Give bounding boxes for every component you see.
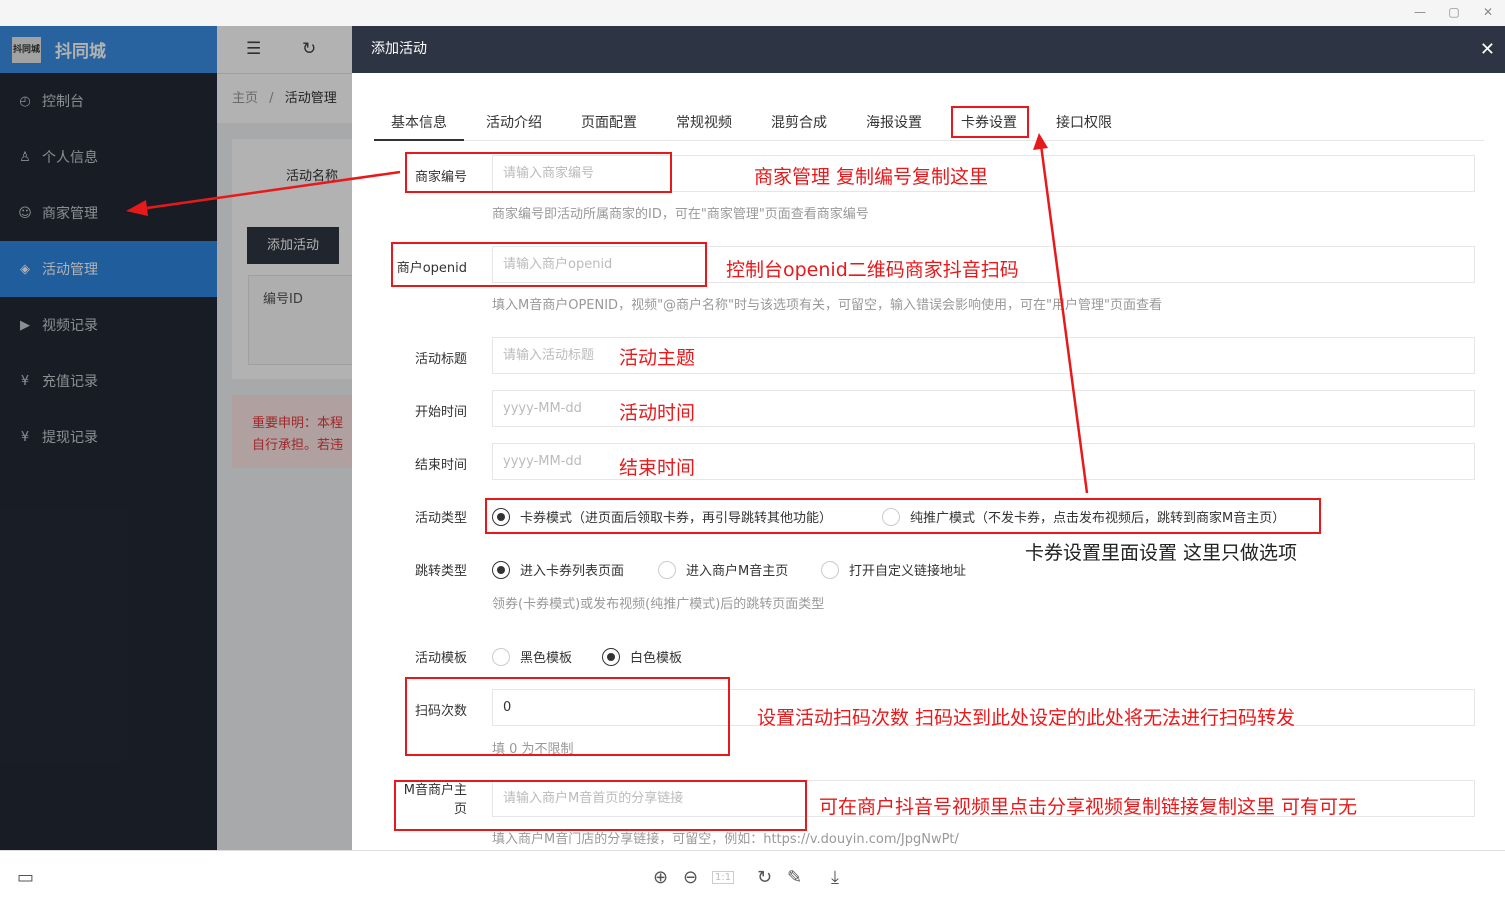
panel-icon[interactable]: ▭ [17,867,34,888]
edit-icon[interactable]: ✎ [787,867,802,888]
annotation-arrows [126,133,1089,494]
viewer-toolbar: ▭ ⊕ ⊖ 1:1 ↻ ✎ ⤓ [0,850,1505,909]
actual-size-icon[interactable]: 1:1 [712,871,735,884]
download-icon[interactable]: ⤓ [831,867,839,888]
arrow-head-icon [1033,133,1048,150]
arrow-to-coupon-tab [1039,144,1089,494]
zoom-in-icon[interactable]: ⊕ [653,867,668,888]
arrow-to-merchant-menu [139,170,401,211]
arrow-head-icon [126,200,148,216]
rotate-icon[interactable]: ↻ [757,867,772,888]
zoom-out-icon[interactable]: ⊖ [683,867,698,888]
